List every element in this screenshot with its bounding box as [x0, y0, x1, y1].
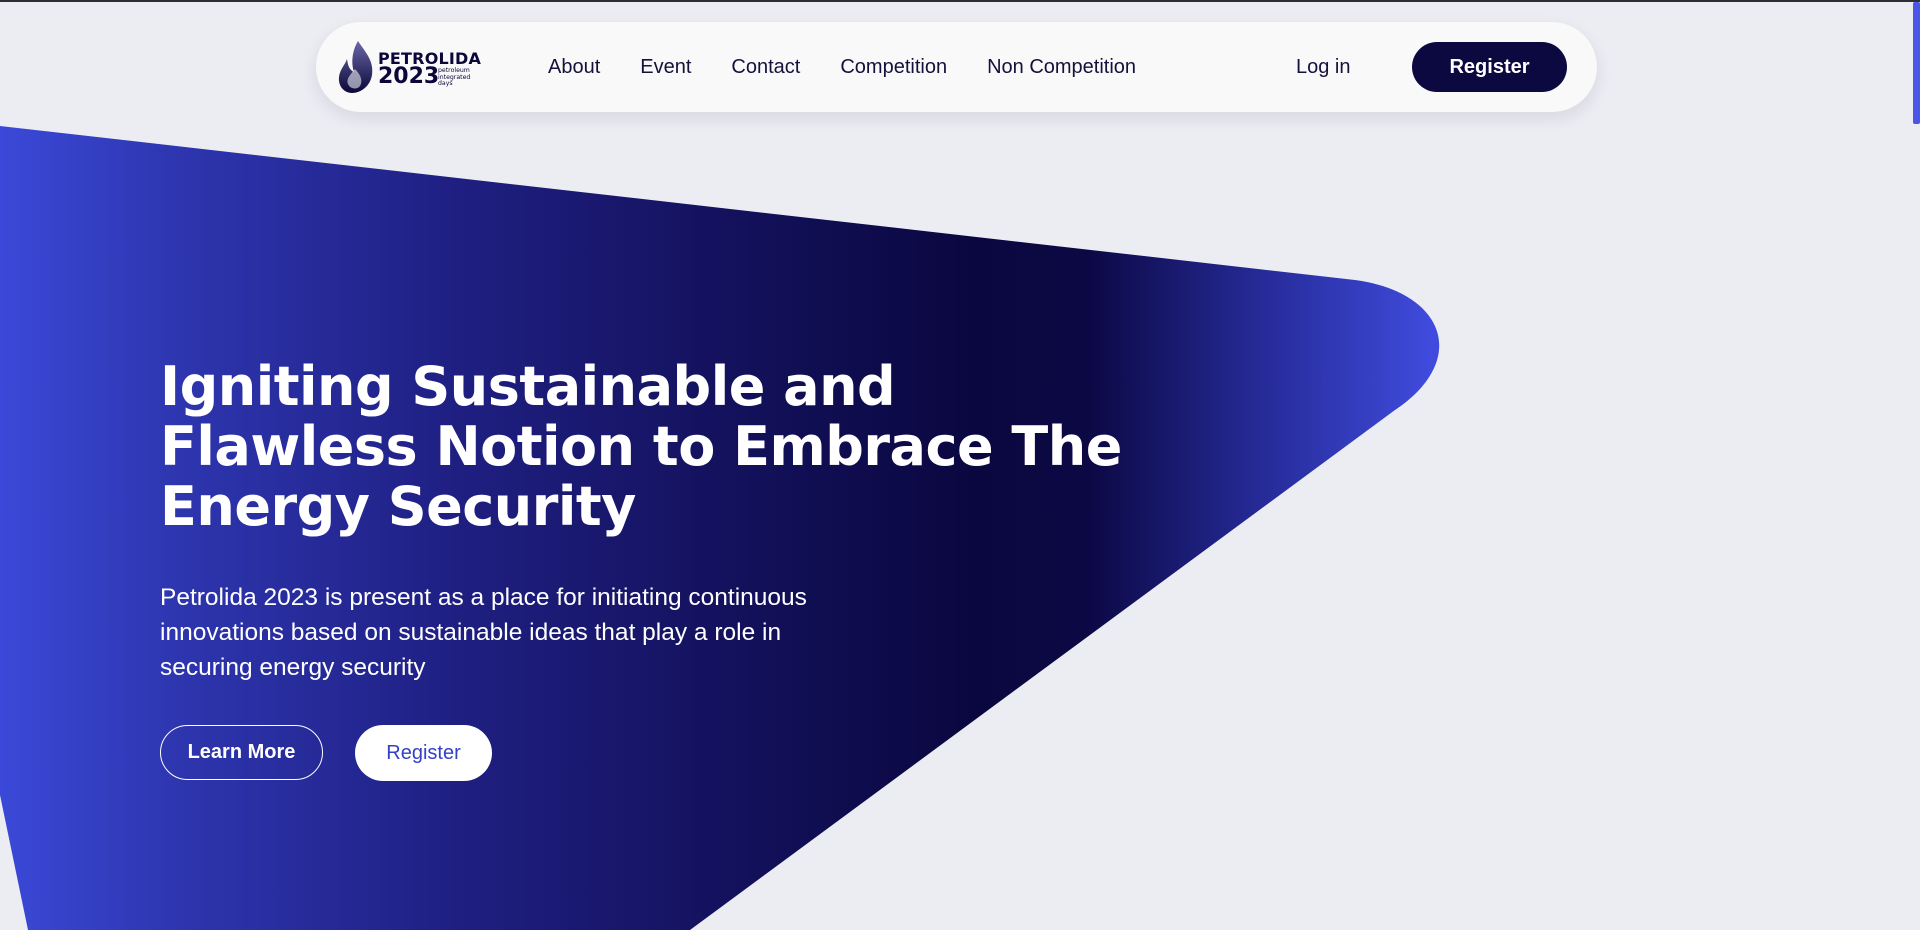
- petrolida-logo[interactable]: PETROLIDA 2023 petroleum integrated days: [336, 39, 481, 95]
- flame-logo-icon: [338, 41, 373, 93]
- scrollbar-thumb[interactable]: [1913, 2, 1920, 124]
- navbar: PETROLIDA 2023 petroleum integrated days…: [316, 22, 1597, 112]
- login-link[interactable]: Log in: [1296, 22, 1351, 112]
- nav-links: About Event Contact Competition Non Comp…: [548, 22, 1176, 112]
- learn-more-button[interactable]: Learn More: [160, 725, 323, 780]
- nav-link-competition[interactable]: Competition: [840, 56, 947, 79]
- hero-title: Igniting Sustainable and Flawless Notion…: [160, 355, 1122, 538]
- page: PETROLIDA 2023 petroleum integrated days…: [0, 0, 1920, 930]
- nav-link-contact[interactable]: Contact: [731, 56, 800, 79]
- brand-tagline-line: days: [438, 80, 453, 88]
- nav-link-event[interactable]: Event: [640, 56, 691, 79]
- brand-tagline: petroleum integrated days: [438, 67, 478, 88]
- nav-register-button[interactable]: Register: [1412, 42, 1567, 92]
- scrollbar-track[interactable]: [1913, 2, 1920, 930]
- nav-link-non-competition[interactable]: Non Competition: [987, 56, 1136, 79]
- hero-description: Petrolida 2023 is present as a place for…: [160, 584, 807, 681]
- nav-link-about[interactable]: About: [548, 56, 600, 79]
- hero-register-button[interactable]: Register: [355, 725, 492, 781]
- brand-year: 2023: [378, 64, 440, 89]
